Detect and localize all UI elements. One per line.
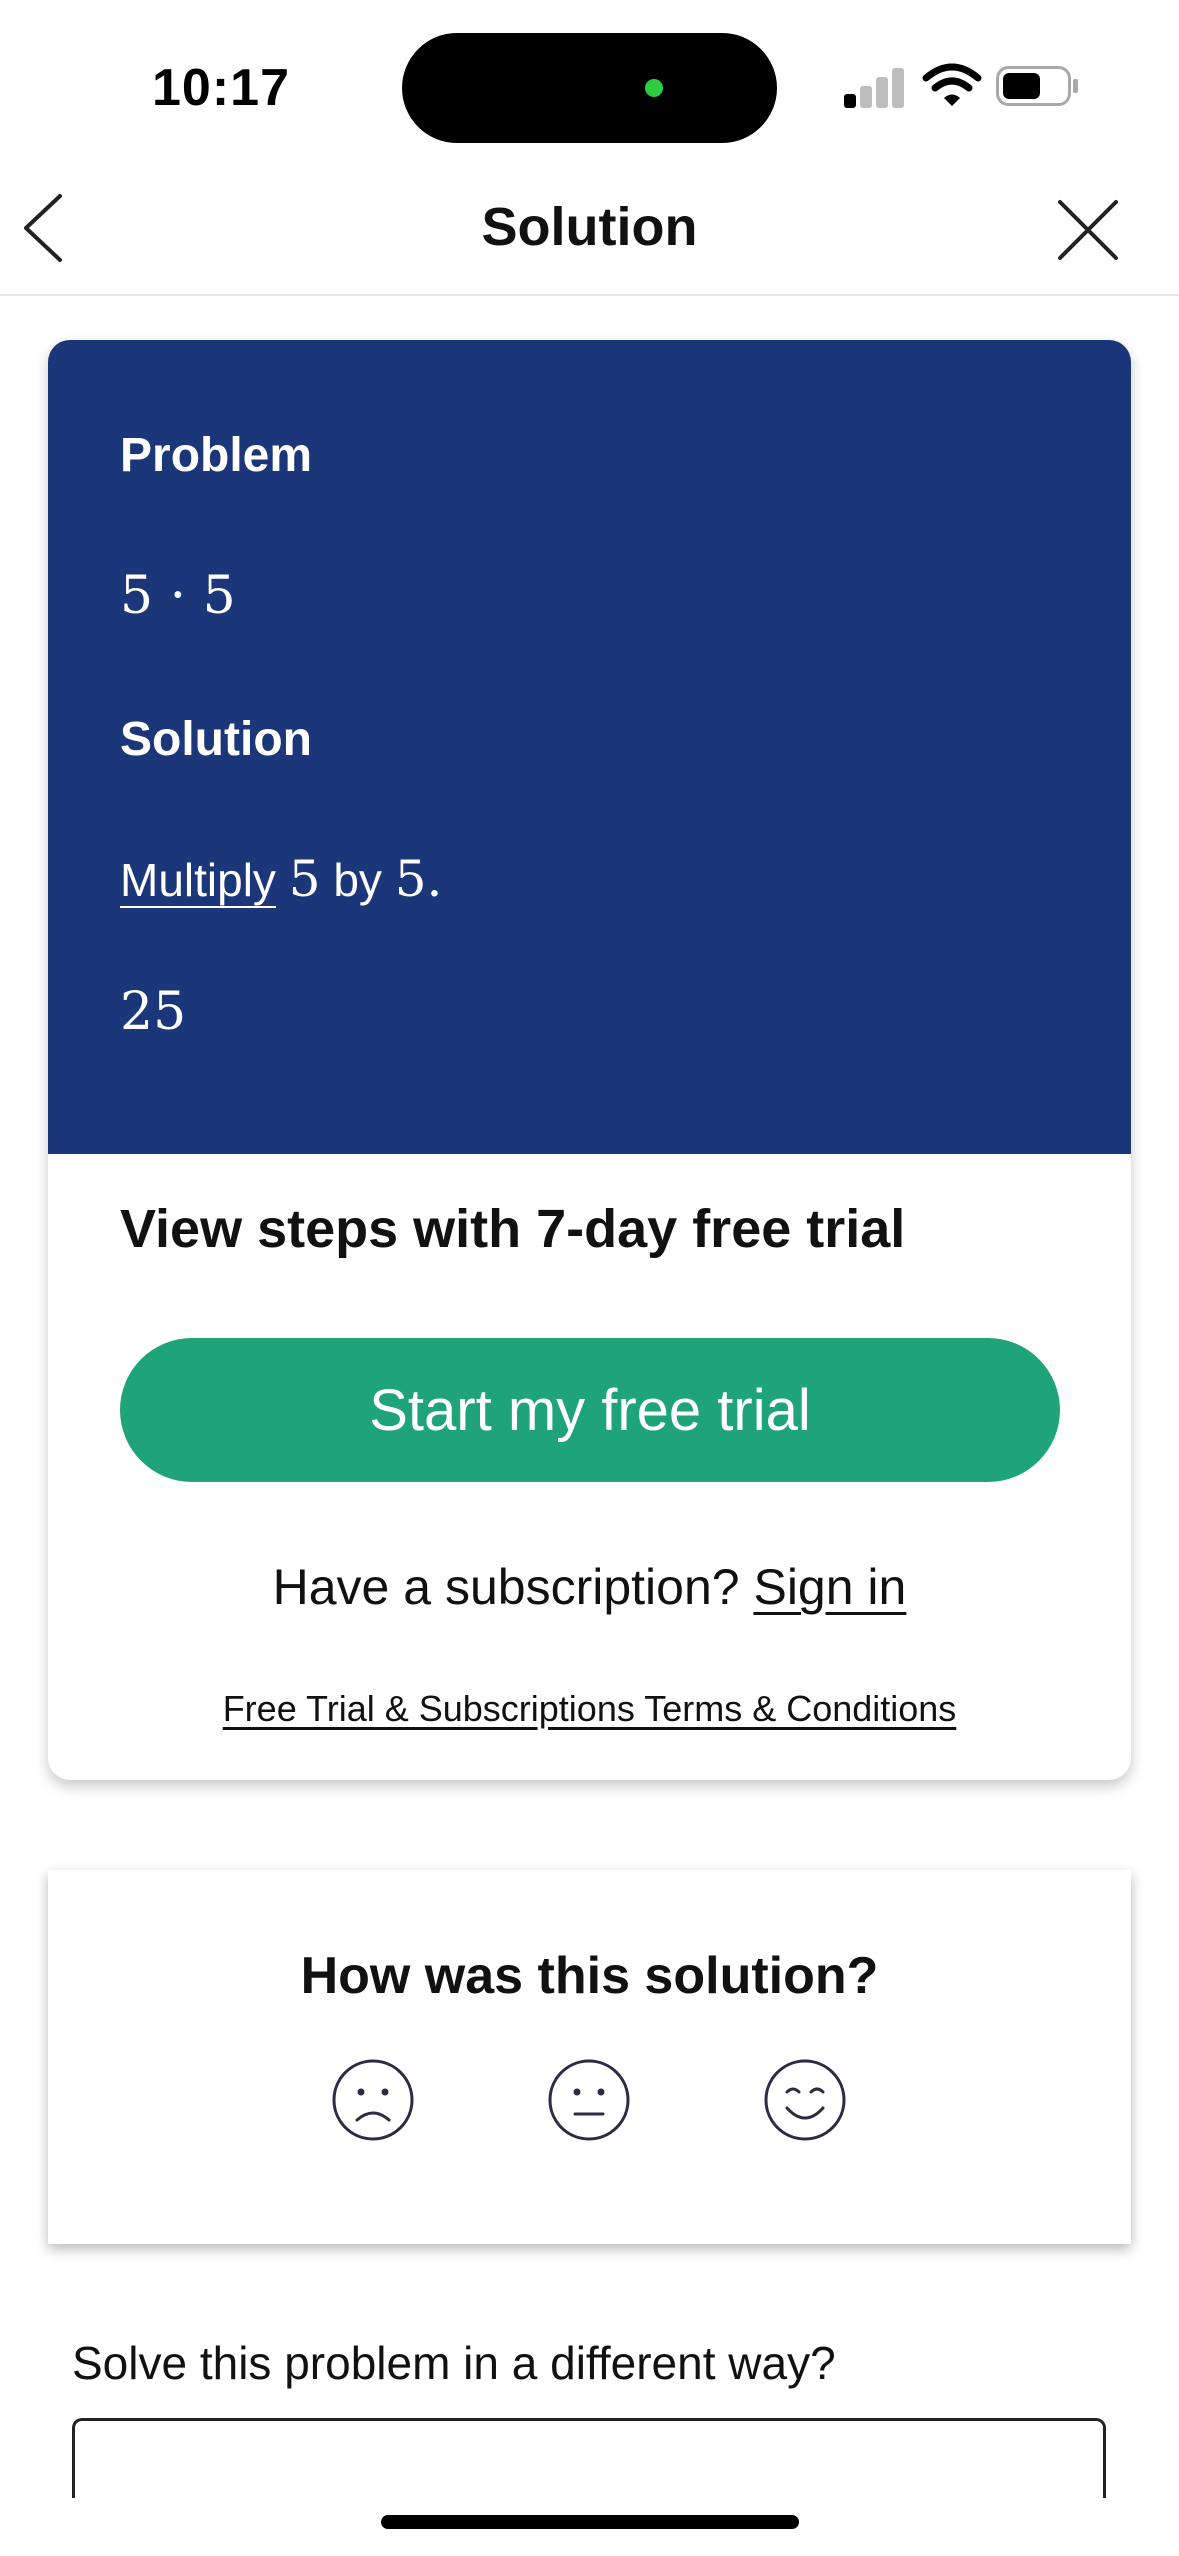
multiply-link[interactable]: Multiply (120, 854, 276, 906)
cellular-signal-icon (844, 64, 906, 108)
page-title: Solution (481, 197, 698, 257)
sad-face-icon[interactable] (331, 2058, 415, 2142)
step-second-number: 5. (394, 850, 443, 908)
alternate-method-dropdown[interactable] (72, 2418, 1106, 2498)
nav-bar: Solution (0, 170, 1179, 296)
status-bar: 10:17 (0, 0, 1179, 170)
problem-expression: 5 · 5 (120, 566, 236, 626)
battery-icon (996, 66, 1078, 106)
step-connector: by (333, 854, 382, 906)
start-free-trial-button[interactable]: Start my free trial (120, 1338, 1060, 1482)
trial-heading: View steps with 7-day free trial (120, 1199, 906, 1259)
subscription-prompt-row: Have a subscription? Sign in (48, 1558, 1131, 1616)
dynamic-island (402, 33, 777, 143)
terms-link[interactable]: Free Trial & Subscriptions Terms & Condi… (48, 1688, 1131, 1730)
neutral-face-icon[interactable] (547, 2058, 631, 2142)
sign-in-link[interactable]: Sign in (753, 1559, 906, 1615)
happy-face-icon[interactable] (763, 2058, 847, 2142)
step-first-number: 5 (288, 850, 321, 908)
camera-indicator-dot (645, 79, 663, 97)
status-time: 10:17 (152, 59, 290, 117)
alternate-method-label: Solve this problem in a different way? (72, 2337, 836, 2389)
subscription-prompt: Have a subscription? (272, 1559, 740, 1615)
feedback-title: How was this solution? (300, 1947, 879, 2005)
problem-label: Problem (120, 429, 313, 482)
solution-label: Solution (120, 713, 312, 766)
home-indicator[interactable] (381, 2515, 799, 2529)
solution-step: Multiply 5 by 5. (120, 850, 442, 908)
solution-result: 25 (120, 982, 187, 1042)
feedback-card: How was this solution? (48, 1870, 1131, 2244)
close-icon[interactable] (1052, 194, 1124, 266)
solution-panel: Problem 5 · 5 Solution Multiply 5 by 5. … (48, 340, 1131, 1154)
wifi-icon (922, 63, 982, 106)
solution-card: Problem 5 · 5 Solution Multiply 5 by 5. … (48, 340, 1131, 1780)
